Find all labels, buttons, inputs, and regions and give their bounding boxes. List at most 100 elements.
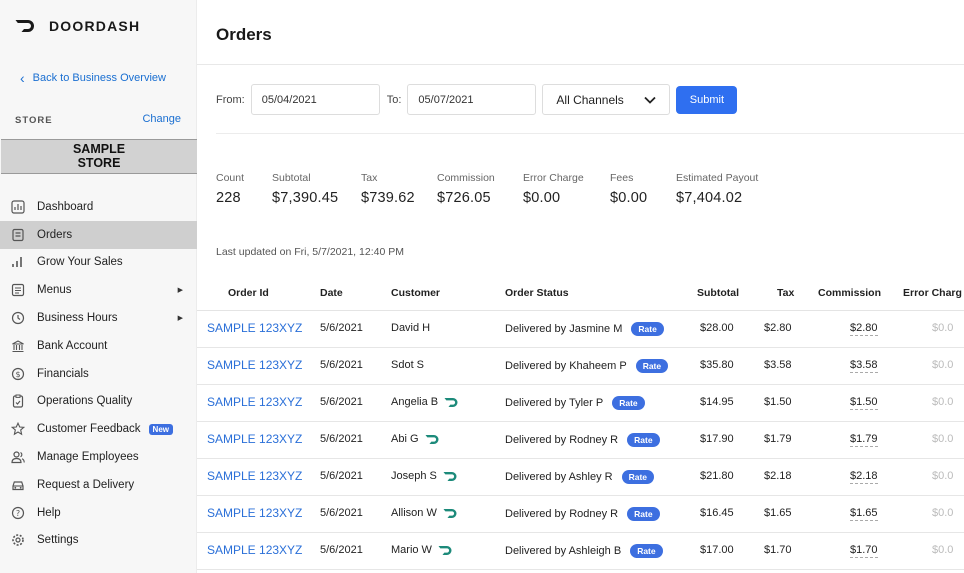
order-id-link[interactable]: SAMPLE 123XYZ <box>207 321 302 335</box>
table-row[interactable]: SAMPLE 123XYZ 5/6/2021 David H Delivered… <box>197 311 964 348</box>
sidebar-item-manage-employees[interactable]: Manage Employees <box>0 443 197 471</box>
tax-cell: $1.79 <box>764 433 792 445</box>
customer-name: Allison W <box>391 507 437 519</box>
help-icon: ? <box>10 505 26 521</box>
rate-button[interactable]: Rate <box>631 322 664 336</box>
order-id-link[interactable]: SAMPLE 123XYZ <box>207 543 302 557</box>
header-customer[interactable]: Customer <box>391 287 440 299</box>
sidebar-item-bank-account[interactable]: Bank Account <box>0 332 197 360</box>
sidebar-item-label: Business Hours <box>37 312 118 325</box>
order-id-link[interactable]: SAMPLE 123XYZ <box>207 358 302 372</box>
order-id-link[interactable]: SAMPLE 123XYZ <box>207 506 302 520</box>
subtotal-cell: $28.00 <box>700 322 734 334</box>
order-date: 5/6/2021 <box>320 433 363 445</box>
sidebar-item-financials[interactable]: $ Financials <box>0 360 197 388</box>
tax-cell: $1.65 <box>764 507 792 519</box>
commission-cell[interactable]: $1.70 <box>850 544 878 558</box>
back-link-label: Back to Business Overview <box>32 72 166 84</box>
table-row[interactable]: SAMPLE 123XYZ 5/6/2021 Mario W Delivered… <box>197 533 964 570</box>
customer-cell: Angelia B <box>391 396 460 408</box>
header-commission[interactable]: Commission <box>818 287 881 299</box>
sidebar-item-label: Grow Your Sales <box>37 256 123 269</box>
order-id-link[interactable]: SAMPLE 123XYZ <box>207 432 302 446</box>
bars-icon <box>10 254 26 270</box>
commission-cell[interactable]: $1.79 <box>850 433 878 447</box>
commission-cell[interactable]: $1.65 <box>850 507 878 521</box>
header-error-charge[interactable]: Error Charg <box>903 287 962 299</box>
order-status-cell: Delivered by Tyler P Rate <box>505 396 645 410</box>
order-status-cell: Delivered by Rodney R Rate <box>505 507 660 521</box>
customer-name: Joseph S <box>391 470 437 482</box>
sidebar-item-customer-feedback[interactable]: Customer Feedback New <box>0 415 197 443</box>
order-status-text: Delivered by Khaheem P <box>505 360 627 372</box>
order-id-link[interactable]: SAMPLE 123XYZ <box>207 469 302 483</box>
to-date-input[interactable]: 05/07/2021 <box>407 84 537 115</box>
sidebar-item-operations-quality[interactable]: Operations Quality <box>0 388 197 416</box>
error-charge-cell: $0.0 <box>932 359 954 371</box>
sidebar-item-label: Menus <box>37 284 72 297</box>
tax-cell: $3.58 <box>764 359 792 371</box>
sidebar-item-label: Settings <box>37 534 79 547</box>
from-date-input[interactable]: 05/04/2021 <box>250 84 380 115</box>
menu-icon <box>10 282 26 298</box>
rate-button[interactable]: Rate <box>627 507 660 521</box>
rate-button[interactable]: Rate <box>627 433 660 447</box>
sidebar-item-label: Financials <box>37 367 89 380</box>
sidebar-item-orders[interactable]: Orders <box>0 220 197 249</box>
stat-label: Count <box>216 172 245 184</box>
filter-bar: From: 05/04/2021 To: 05/07/2021 All Chan… <box>216 84 738 115</box>
orders-icon <box>10 227 26 243</box>
table-row[interactable]: SAMPLE 123XYZ 5/6/2021 Allison W Deliver… <box>197 496 964 533</box>
submit-button[interactable]: Submit <box>676 85 738 114</box>
table-row[interactable]: SAMPLE 123XYZ 5/6/2021 Sdot S Delivered … <box>197 348 964 385</box>
stat-label: Tax <box>361 172 378 184</box>
channel-select[interactable]: All Channels <box>542 84 671 115</box>
commission-cell[interactable]: $1.50 <box>850 396 878 410</box>
table-row[interactable]: SAMPLE 123XYZ 5/6/2021 Abi G Delivered b… <box>197 422 964 459</box>
dasher-delivery-icon <box>444 398 458 407</box>
store-name: SAMPLE STORE <box>1 139 197 174</box>
stat-label: Estimated Payout <box>676 172 759 184</box>
header-date[interactable]: Date <box>320 287 343 299</box>
brand-logo[interactable]: DOORDASH <box>15 18 140 34</box>
header-order-status[interactable]: Order Status <box>505 287 569 299</box>
order-status-cell: Delivered by Ashley R Rate <box>505 470 655 484</box>
commission-cell[interactable]: $3.58 <box>850 359 878 373</box>
caret-right-icon: ▶ <box>177 287 183 295</box>
order-status-text: Delivered by Rodney R <box>505 508 619 520</box>
people-icon <box>10 449 26 465</box>
stat-fees: Fees $0.00 <box>610 172 676 206</box>
rate-button[interactable]: Rate <box>612 396 645 410</box>
store-change-link[interactable]: Change <box>142 113 181 125</box>
header-order-id[interactable]: Order Id <box>228 287 269 299</box>
svg-text:$: $ <box>15 370 20 379</box>
sidebar-nav: Dashboard Orders Grow Your Sales Menus ▶… <box>0 193 197 554</box>
order-date: 5/6/2021 <box>320 507 363 519</box>
rate-button[interactable]: Rate <box>630 544 663 558</box>
stat-value: $0.00 <box>523 190 561 206</box>
sidebar-item-menus[interactable]: Menus ▶ <box>0 276 197 304</box>
header-tax[interactable]: Tax <box>777 287 794 299</box>
table-row[interactable]: SAMPLE 123XYZ 5/6/2021 Angelia B Deliver… <box>197 385 964 422</box>
sidebar-item-dashboard[interactable]: Dashboard <box>0 193 197 221</box>
sidebar-item-label: Dashboard <box>37 200 94 213</box>
commission-cell[interactable]: $2.18 <box>850 470 878 484</box>
header-subtotal[interactable]: Subtotal <box>697 287 739 299</box>
rate-button[interactable]: Rate <box>635 359 669 373</box>
sidebar-item-settings[interactable]: Settings <box>0 527 197 555</box>
commission-cell[interactable]: $2.80 <box>850 322 878 336</box>
sidebar-item-request-a-delivery[interactable]: Request a Delivery <box>0 471 197 499</box>
back-to-business-link[interactable]: ‹ Back to Business Overview <box>20 71 166 85</box>
sidebar-item-help[interactable]: ? Help <box>0 499 197 527</box>
table-row[interactable]: SAMPLE 123XYZ 5/6/2021 Joseph S Delivere… <box>197 459 964 496</box>
customer-name: Abi G <box>391 433 419 445</box>
sidebar-item-grow-your-sales[interactable]: Grow Your Sales <box>0 249 197 277</box>
order-id-link[interactable]: SAMPLE 123XYZ <box>207 395 302 409</box>
rate-button[interactable]: Rate <box>621 470 655 484</box>
stat-label: Fees <box>610 172 634 184</box>
tax-cell: $2.80 <box>764 322 792 334</box>
stat-value: 228 <box>216 190 241 206</box>
sidebar-item-business-hours[interactable]: Business Hours ▶ <box>0 304 197 332</box>
stat-estimated-payout: Estimated Payout $7,404.02 <box>676 172 786 206</box>
subtotal-cell: $17.00 <box>700 544 734 556</box>
